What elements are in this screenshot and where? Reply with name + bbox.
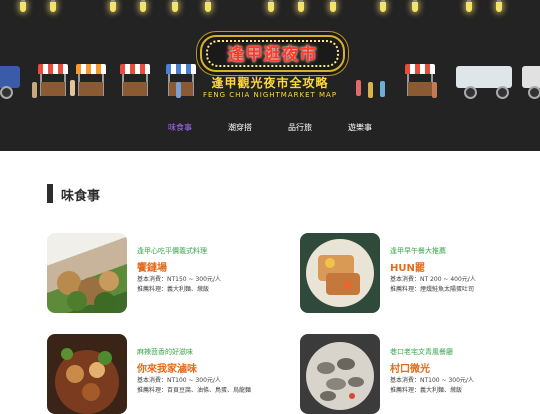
- nav-tab-travel[interactable]: 品行旅: [280, 122, 320, 138]
- shopper-icon: [432, 82, 437, 98]
- food-truck-icon: [456, 66, 512, 99]
- string-lights: [0, 0, 540, 20]
- nav-tab-food[interactable]: 味食事: [160, 122, 200, 138]
- card-price: 基本消費：NT 200 ~ 400元/人: [390, 276, 476, 283]
- shopper-icon: [368, 82, 373, 98]
- shopper-icon: [356, 80, 361, 96]
- section-title: 味食事: [61, 189, 101, 204]
- card-dishes: 推薦料理：百頁豆腐、油條、鳥蛋、烏龍麵: [137, 387, 252, 394]
- food-stall-icon: [405, 64, 435, 98]
- card-tag: 逢甲早午餐大推薦: [390, 247, 446, 255]
- card-price: 基本消費：NT100 ~ 300元/人: [137, 377, 221, 384]
- sign-title: 逢甲逛夜市: [227, 45, 318, 65]
- card-dishes: 推薦料理：義大利麵、燉飯: [390, 387, 463, 394]
- card-name-link[interactable]: 村口微光: [390, 360, 430, 375]
- card-price: 基本消費：NT150 ~ 300元/人: [137, 276, 221, 283]
- night-market-sign: 逢甲逛夜市: [200, 35, 345, 72]
- nav-tab-fashion[interactable]: 潮穿搭: [220, 122, 260, 138]
- card-dishes: 推薦料理：煙燻鮭魚太陽蛋吐司: [390, 286, 475, 293]
- card-tag: 逢甲心吃平價義式料理: [137, 247, 207, 255]
- card-price: 基本消費：NT100 ~ 300元/人: [390, 377, 474, 384]
- food-photo[interactable]: [300, 334, 380, 414]
- food-photo[interactable]: [47, 233, 127, 313]
- card-name-link[interactable]: HUN罷: [390, 259, 425, 274]
- section-marker: [47, 184, 53, 203]
- card-name-link[interactable]: 饗鏈場: [137, 259, 167, 274]
- food-photo[interactable]: [300, 233, 380, 313]
- nav-tab-fun[interactable]: 遊樂事: [340, 122, 380, 138]
- food-truck-icon: [522, 66, 540, 99]
- food-photo[interactable]: [47, 334, 127, 414]
- card-tag: 麻辣茴香的好滋味: [137, 348, 193, 356]
- shopper-icon: [380, 81, 385, 97]
- card-tag: 巷口老宅文青風餐廳: [390, 348, 453, 356]
- hero-banner: 逢甲逛夜市 逢甲觀光夜市全攻略 FENG CHIA NIGHTMARKET MA…: [0, 0, 540, 151]
- card-dishes: 推薦料理：義大利麵、燉飯: [137, 286, 210, 293]
- card-name-link[interactable]: 你來我家滷味: [137, 360, 197, 375]
